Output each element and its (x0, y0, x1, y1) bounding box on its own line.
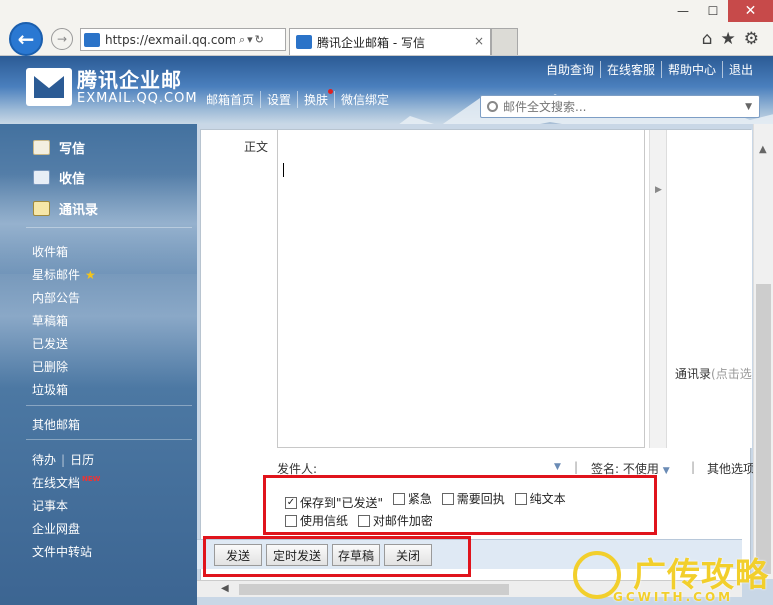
back-arrow-icon[interactable]: ← (9, 22, 43, 56)
app-online-docs-label: 在线文档 (32, 476, 81, 490)
notification-dot-icon (328, 89, 334, 94)
sender-label: 发件人: (277, 462, 318, 476)
app-netdisk[interactable]: 企业网盘 (32, 520, 80, 537)
sidebar-divider (26, 405, 192, 406)
maximize-button[interactable]: ☐ (698, 0, 728, 22)
signature-dropdown-icon: ▼ (662, 466, 670, 476)
address-url[interactable]: https://exmail.qq.com/ (105, 33, 235, 47)
contacts-panel-tab[interactable]: 通讯录(点击选 (675, 365, 752, 382)
link-logout[interactable]: 退出 (721, 61, 759, 78)
contacts-panel: 通讯录(点击选 (666, 130, 752, 448)
tab-compose[interactable]: 腾讯企业邮箱 - 写信 × (289, 28, 491, 55)
sidebar-divider (26, 227, 192, 228)
app-notes[interactable]: 记事本 (32, 497, 68, 514)
inbox-icon (33, 170, 50, 185)
contacts-icon (33, 201, 50, 216)
sidebar: 写信 收信 通讯录 收件箱 星标邮件 ★ 内部公告 草稿箱 已发送 已删除 垃圾箱… (0, 124, 197, 605)
mail-logo-icon (26, 68, 72, 106)
app-todo-label: 待办 (32, 453, 57, 467)
logo-domain: EXMAIL.QQ.COM (77, 90, 198, 106)
nav-mail-home[interactable]: 邮箱首页 (206, 91, 260, 108)
folder-spam[interactable]: 垃圾箱 (32, 381, 68, 398)
nav-settings[interactable]: 设置 (260, 91, 297, 108)
other-options-link[interactable]: 其他选项 (707, 460, 755, 477)
folder-drafts[interactable]: 草稿箱 (32, 312, 68, 329)
sidebar-contacts[interactable]: 通讯录 (33, 199, 98, 218)
body-label: 正文 (244, 140, 269, 154)
tab-close-icon[interactable]: × (474, 34, 484, 48)
body-editor[interactable] (277, 130, 645, 448)
star-icon: ★ (85, 268, 96, 282)
main-nav: 邮箱首页 设置 换肤 微信绑定 (206, 89, 395, 108)
minimize-button[interactable]: — (668, 0, 698, 22)
link-self-service[interactable]: 自助查询 (540, 61, 600, 78)
scroll-up-icon[interactable]: ▲ (759, 144, 767, 155)
top-links: 自助查询 在线客服 帮助中心 退出 (540, 61, 759, 78)
collapse-rail[interactable]: ▶ (649, 130, 666, 448)
search-refresh-icons[interactable]: ⌕▾↻ (239, 33, 266, 47)
lake-background (0, 174, 197, 274)
browser-chrome: — ☐ ✕ ← → https://exmail.qq.com/ ⌕▾↻ 腾讯企… (0, 0, 773, 56)
sidebar-compose[interactable]: 写信 (33, 138, 85, 157)
tab-title: 腾讯企业邮箱 - 写信 (317, 35, 425, 50)
home-icon[interactable]: ⌂ (702, 29, 713, 49)
text-caret (283, 163, 284, 177)
folder-deleted[interactable]: 已删除 (32, 358, 68, 375)
nav-skin-label: 换肤 (304, 93, 329, 107)
window-close-button[interactable]: ✕ (728, 0, 773, 22)
sidebar-receive-label: 收信 (59, 172, 86, 187)
sidebar-divider (26, 439, 192, 440)
watermark-sub: GCWITH.COM (613, 590, 734, 604)
app-online-docs[interactable]: 在线文档 NEW (32, 474, 100, 491)
search-input[interactable] (503, 99, 733, 114)
watermark-text: 广传攻略 (633, 555, 769, 594)
options-highlight-box (263, 475, 657, 535)
other-mailbox[interactable]: 其他邮箱 (32, 416, 80, 433)
buttons-highlight-box (203, 536, 471, 577)
tab-favicon-icon (296, 35, 312, 49)
sidebar-receive[interactable]: 收信 (33, 168, 85, 187)
app-todo[interactable]: 待办 | 日历 (32, 451, 94, 468)
mail-search[interactable]: ▼ (480, 95, 760, 118)
chevron-down-icon[interactable]: ▼ (745, 102, 752, 112)
app-calendar[interactable]: 日历 (70, 453, 94, 467)
new-tab-button[interactable] (491, 28, 518, 55)
browser-toolbar-icons: ⌂ ★ ⚙ (702, 29, 759, 49)
forward-arrow-icon[interactable]: → (51, 28, 73, 50)
scroll-left-icon[interactable]: ◀ (221, 583, 229, 594)
sender-dropdown-icon[interactable]: ▼ (554, 462, 561, 472)
folder-sent[interactable]: 已发送 (32, 335, 68, 352)
horizontal-scroll-thumb[interactable] (239, 584, 509, 595)
exmail-logo[interactable]: 腾讯企业邮 EXMAIL.QQ.COM (26, 68, 198, 106)
new-badge: NEW (82, 475, 101, 483)
contacts-panel-label: 通讯录 (675, 367, 712, 381)
mail-header: 腾讯企业邮 EXMAIL.QQ.COM 自助查询 在线客服 帮助中心 退出 邮箱… (0, 56, 773, 124)
address-bar[interactable]: https://exmail.qq.com/ ⌕▾↻ (80, 28, 286, 51)
nav-wechat-bind[interactable]: 微信绑定 (334, 91, 395, 108)
contacts-panel-hint: (点击选 (711, 367, 752, 381)
compose-icon (33, 140, 50, 155)
link-help-center[interactable]: 帮助中心 (660, 61, 722, 78)
site-favicon-icon (84, 32, 100, 47)
folder-announcements[interactable]: 内部公告 (32, 289, 80, 306)
folder-inbox[interactable]: 收件箱 (32, 243, 68, 260)
nav-skin[interactable]: 换肤 (297, 89, 334, 108)
search-icon (487, 101, 498, 112)
link-online-support[interactable]: 在线客服 (599, 61, 661, 78)
favorites-star-icon[interactable]: ★ (721, 29, 736, 49)
folder-starred[interactable]: 星标邮件 ★ (32, 266, 96, 283)
sidebar-compose-label: 写信 (59, 142, 86, 157)
chevron-right-icon[interactable]: ▶ (655, 185, 662, 195)
scroll-thumb[interactable] (756, 284, 771, 574)
folder-starred-label: 星标邮件 (32, 268, 81, 282)
settings-gear-icon[interactable]: ⚙ (744, 29, 759, 49)
watermark: 广传攻略 GCWITH.COM (573, 548, 773, 605)
app-file-transfer[interactable]: 文件中转站 (32, 543, 92, 560)
signature-label: 签名: (591, 462, 620, 476)
sidebar-contacts-label: 通讯录 (59, 203, 99, 218)
vertical-scrollbar[interactable]: ▲ (753, 124, 773, 579)
signature-value: 不使用 (622, 462, 659, 476)
logo-title: 腾讯企业邮 (77, 67, 182, 92)
window-controls: — ☐ ✕ (668, 0, 773, 22)
